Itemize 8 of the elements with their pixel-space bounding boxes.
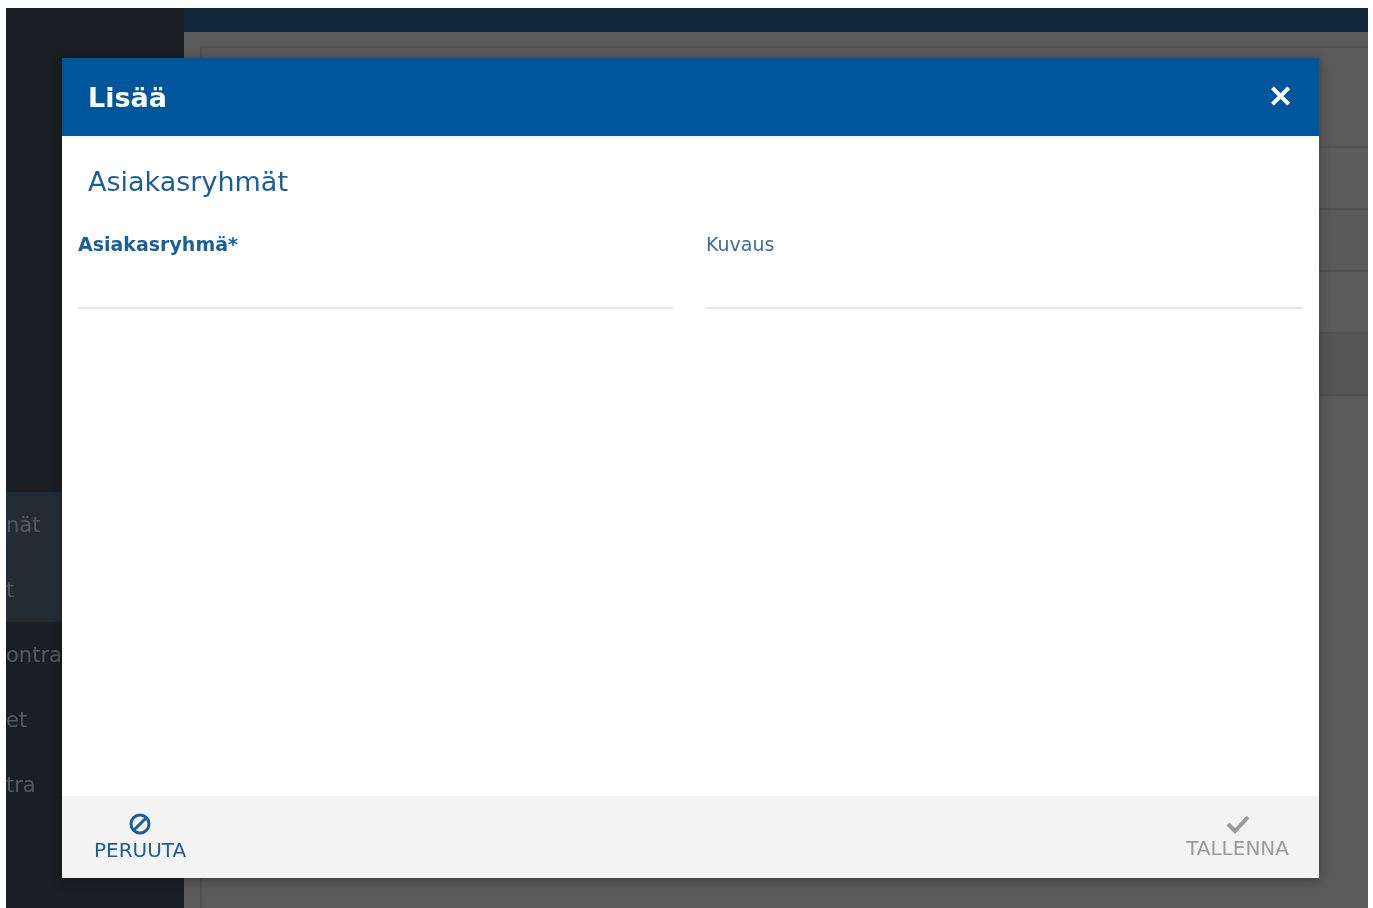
- dialog-title: Lisää: [88, 81, 167, 113]
- close-button[interactable]: ✕: [1268, 82, 1293, 112]
- cancel-icon: [128, 812, 153, 836]
- section-title: Asiakasryhmät: [88, 166, 289, 197]
- checkmark-icon: [1225, 814, 1250, 834]
- text-field[interactable]: Kuvaus: [706, 233, 1303, 309]
- text-field[interactable]: Asiakasryhmä*: [78, 233, 673, 309]
- cancel-button[interactable]: PERUUTA: [90, 808, 191, 866]
